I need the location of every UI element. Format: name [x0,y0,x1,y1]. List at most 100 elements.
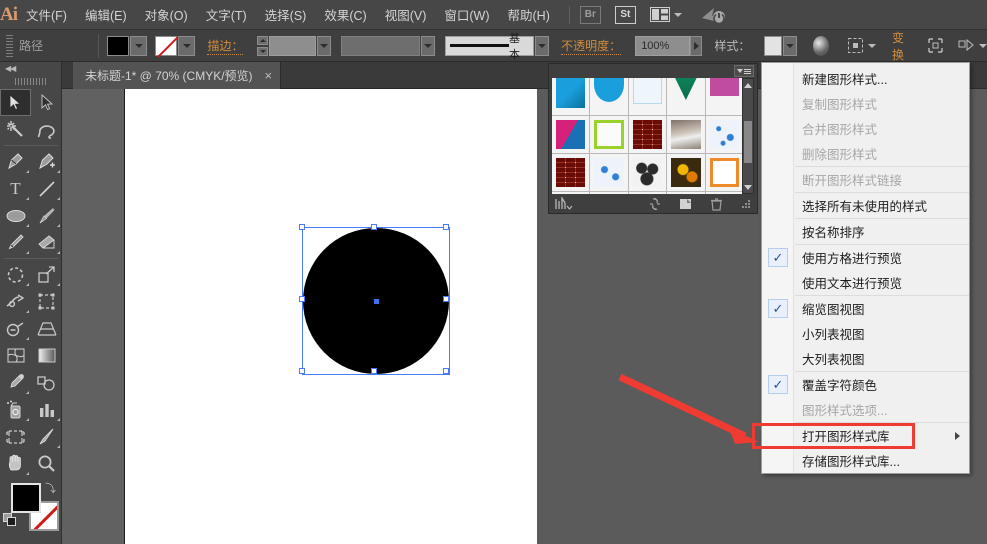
tool-ellipse[interactable] [0,202,31,229]
style-swatch-item[interactable] [628,116,668,154]
stroke-swatch-none[interactable] [155,35,178,56]
tool-pencil[interactable] [0,229,31,256]
menu-item-break-link-to-graphic-style[interactable]: 断开图形样式链接 [762,167,969,192]
tool-artboard[interactable] [0,423,31,450]
tool-slice[interactable] [31,423,62,450]
workspace-switcher-icon[interactable] [700,5,726,25]
isolate-object-icon[interactable] [927,37,944,54]
menu-item-select-all-unused[interactable]: 选择所有未使用的样式 [762,193,969,218]
style-swatch-item[interactable] [667,116,706,154]
menu-item-large-list-view[interactable]: 大列表视图 [762,346,969,371]
bridge-icon[interactable]: Br [579,5,601,24]
style-swatch-item[interactable] [628,78,668,116]
menu-type[interactable]: 文字(T) [197,0,256,30]
style-swatch-item[interactable] [667,154,706,192]
style-swatch-item[interactable] [705,78,744,116]
tool-mesh[interactable] [0,342,31,369]
tool-add-anchor-point[interactable] [31,148,62,175]
tool-zoom[interactable] [31,450,62,477]
fill-color-control[interactable] [107,35,148,56]
canvas-area[interactable] [62,89,537,544]
stroke-dropdown[interactable] [178,35,196,56]
variable-width-profile-input[interactable] [340,35,421,56]
brush-definition-preview[interactable]: 基本 [444,33,535,61]
select-similar-control[interactable] [958,38,987,53]
fill-color-box[interactable] [11,483,41,513]
menu-item-duplicate-graphic-style[interactable]: 复制图形样式 [762,91,969,116]
tool-hand[interactable] [0,450,31,477]
style-swatch-item[interactable] [552,116,591,154]
tool-type[interactable]: T [0,175,31,202]
tool-direct-selection[interactable] [31,89,62,116]
menu-item-sort-by-name[interactable]: 按名称排序 [762,219,969,244]
opacity-flyout-button[interactable] [690,35,703,56]
stroke-color-control[interactable] [155,35,196,56]
tool-pen[interactable] [0,148,31,175]
style-swatch-item[interactable] [705,116,744,154]
artboard[interactable] [124,89,537,544]
menu-help[interactable]: 帮助(H) [499,0,559,30]
variable-width-profile-dropdown[interactable] [421,35,435,56]
menu-item-use-text-for-preview[interactable]: 使用文本进行预览 [762,270,969,295]
menu-item-merge-graphic-styles[interactable]: 合并图形样式 [762,116,969,141]
style-swatch-item[interactable] [590,154,629,192]
menu-item-use-square-for-preview[interactable]: ✓ 使用方格进行预览 [762,245,969,270]
style-swatch-item[interactable] [552,78,591,116]
stock-icon[interactable]: St [614,5,636,24]
fill-dropdown[interactable] [130,35,148,56]
tool-line-segment[interactable] [31,175,62,202]
menu-select[interactable]: 选择(S) [256,0,316,30]
style-dropdown[interactable] [783,35,798,56]
tool-perspective-grid[interactable] [31,315,62,342]
menu-effect[interactable]: 效果(C) [315,0,375,30]
style-swatch-item[interactable] [590,116,629,154]
swap-fill-stroke-icon[interactable]: ⤵ [45,480,56,496]
align-control[interactable] [847,37,876,54]
opacity-input[interactable]: 100% [635,35,691,56]
menu-window[interactable]: 窗口(W) [435,0,498,30]
opacity-mask-icon[interactable] [813,35,829,56]
handle-bottom-center[interactable] [371,368,377,374]
arrange-documents-icon[interactable] [649,7,682,22]
tool-selection[interactable] [0,89,31,116]
brush-definition-dropdown[interactable] [535,35,550,56]
menu-item-override-character-color[interactable]: ✓ 覆盖字符颜色 [762,372,969,397]
tool-gradient[interactable] [31,342,62,369]
menu-item-new-graphic-style[interactable]: 新建图形样式... [762,66,969,91]
toolbox-collapse-button[interactable]: ◀◀ [0,62,61,75]
tool-rotate[interactable] [0,261,31,288]
menu-item-graphic-style-options[interactable]: 图形样式选项... [762,397,969,422]
menu-object[interactable]: 对象(O) [136,0,197,30]
style-swatch-item[interactable] [552,154,591,192]
tool-free-transform[interactable] [31,288,62,315]
handle-top-left[interactable] [299,224,305,230]
new-style-icon[interactable] [679,197,693,211]
handle-top-center[interactable] [371,224,377,230]
scrollbar-thumb[interactable] [744,121,752,163]
menu-item-thumbnail-view[interactable]: ✓ 缩览图视图 [762,296,969,321]
handle-bottom-right[interactable] [443,368,449,374]
style-swatch-item[interactable] [667,78,706,116]
break-link-icon[interactable] [648,197,662,211]
tool-shape-builder[interactable] [0,315,31,342]
menu-file[interactable]: 文件(F) [17,0,76,30]
delete-style-icon[interactable] [710,197,723,211]
menu-edit[interactable]: 编辑(E) [76,0,136,30]
scroll-down-icon[interactable] [743,181,753,193]
default-fill-stroke-icon[interactable] [3,513,17,527]
close-icon[interactable]: × [265,69,273,82]
graphic-styles-swatch-grid[interactable] [552,78,744,194]
menu-item-save-graphic-style-library[interactable]: 存储图形样式库... [762,448,969,473]
tool-eraser[interactable] [31,229,62,256]
tool-blend[interactable] [31,369,62,396]
menu-view[interactable]: 视图(V) [376,0,436,30]
document-tab[interactable]: 未标题-1* @ 70% (CMYK/预览) × [73,62,282,89]
handle-top-right[interactable] [443,224,449,230]
tool-paintbrush[interactable] [31,202,62,229]
fill-swatch[interactable] [107,35,130,56]
tool-eyedropper[interactable] [0,369,31,396]
tool-lasso[interactable] [31,116,62,143]
menu-item-small-list-view[interactable]: 小列表视图 [762,321,969,346]
style-swatch-item[interactable] [590,78,629,116]
tool-column-graph[interactable] [31,396,62,423]
